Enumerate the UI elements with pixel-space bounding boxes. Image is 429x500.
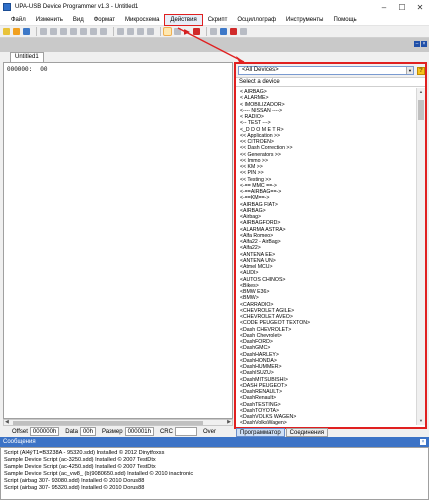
status-row: Offset 000000h Data 00h Размер 000001h C… bbox=[0, 426, 236, 437]
mdi-area: – × bbox=[0, 38, 429, 52]
help-icon[interactable]: ? bbox=[417, 66, 425, 75]
copy-icon[interactable] bbox=[50, 28, 57, 35]
scroll-left-icon[interactable]: ◀ bbox=[5, 420, 9, 425]
menu-format[interactable]: Формат bbox=[89, 15, 120, 25]
over-label: Over bbox=[202, 428, 216, 435]
title-bar: UPA-USB Device Programmer v1.3 - Untitle… bbox=[0, 0, 429, 14]
toolbar-separator bbox=[160, 27, 161, 36]
hex-line: 000000: 00 bbox=[7, 66, 47, 73]
message-line: Sample Device Script (ac_vw8_ (b)9080650… bbox=[4, 470, 194, 477]
scroll-down-icon[interactable]: ▼ bbox=[417, 418, 425, 424]
size-label: Размер bbox=[101, 428, 123, 435]
crc-label: CRC bbox=[159, 428, 173, 435]
scroll-right-icon[interactable]: ▶ bbox=[227, 420, 231, 425]
messages-header: Сообщения × bbox=[0, 437, 429, 447]
device-list[interactable]: < AIRBAG> < ALARME> < IMOBILIZADOR> <---- N… bbox=[236, 88, 416, 425]
menu-oscilloscope[interactable]: Осциллограф bbox=[232, 15, 281, 25]
device-filter-bar: <All Devices> ▼ ? bbox=[236, 64, 425, 78]
run-icon[interactable] bbox=[184, 28, 190, 35]
scroll-up-icon[interactable]: ▲ bbox=[417, 89, 425, 95]
chevron-down-icon[interactable]: ▼ bbox=[406, 67, 413, 74]
toolbar-separator bbox=[36, 27, 37, 36]
messages-list: Script (Al4ýT1=B3238A - 95320.sdd) Insta… bbox=[0, 447, 429, 500]
toolbar-separator bbox=[113, 27, 114, 36]
tools-icon[interactable] bbox=[230, 28, 237, 35]
menu-help[interactable]: Помощь bbox=[328, 15, 361, 25]
offset-label: Offset bbox=[12, 428, 28, 435]
offset-field: 000000h bbox=[29, 427, 60, 436]
hex-value[interactable]: 00 bbox=[40, 66, 47, 73]
size-field: 000001h bbox=[124, 427, 154, 436]
scroll-thumb[interactable] bbox=[13, 421, 203, 425]
cut-icon[interactable] bbox=[40, 28, 47, 35]
open-folder-icon[interactable] bbox=[13, 28, 20, 35]
script-icon[interactable] bbox=[220, 28, 227, 35]
tab-programmer[interactable]: Программатор bbox=[236, 428, 285, 437]
message-line: Script (airbag 307- 93080.sdd) Installed… bbox=[4, 477, 145, 484]
menu-view[interactable]: Вид bbox=[68, 15, 89, 25]
messages-title: Сообщения bbox=[3, 439, 36, 445]
device-list-item[interactable]: <DashVolksWagen> bbox=[240, 420, 416, 425]
menu-script[interactable]: Скрипт bbox=[203, 15, 233, 25]
paste-icon[interactable] bbox=[60, 28, 67, 35]
menu-bar: Файл Изменить Вид Формат Микросхема Дейс… bbox=[0, 13, 429, 26]
message-line: Sample Device Script (ac-3250.sdd) Insta… bbox=[4, 456, 156, 463]
find-icon[interactable] bbox=[90, 28, 97, 35]
device-filter-value: <All Devices> bbox=[242, 67, 279, 73]
horizontal-scrollbar[interactable]: ◀ ▶ bbox=[3, 419, 233, 426]
device-list-header: Select a device bbox=[236, 78, 425, 87]
data-label: Data bbox=[65, 428, 78, 435]
verify-chip-icon[interactable] bbox=[137, 28, 144, 35]
erase-chip-icon[interactable] bbox=[147, 28, 154, 35]
crc-field bbox=[174, 427, 197, 436]
mdi-minimize-button[interactable]: – bbox=[414, 41, 420, 47]
connect-icon[interactable] bbox=[174, 28, 181, 35]
menu-actions[interactable]: Действия bbox=[164, 13, 203, 26]
read-chip-icon[interactable] bbox=[117, 28, 124, 35]
panel-tabs: Программатор Соединения bbox=[236, 428, 329, 437]
replace-icon[interactable] bbox=[100, 28, 107, 35]
messages-close-icon[interactable]: × bbox=[420, 439, 426, 445]
app-icon bbox=[3, 3, 11, 11]
message-line: Sample Device Script (ac-4250.sdd) Insta… bbox=[4, 463, 156, 470]
dropdown-icon[interactable] bbox=[240, 28, 247, 35]
undo-icon[interactable] bbox=[70, 28, 77, 35]
menu-chip[interactable]: Микросхема bbox=[120, 15, 164, 25]
hex-editor[interactable]: 000000: 00 bbox=[3, 62, 233, 419]
vertical-scrollbar[interactable]: ▲ ▼ bbox=[416, 88, 425, 425]
menu-edit[interactable]: Изменить bbox=[31, 15, 68, 25]
maximize-button[interactable]: ☐ bbox=[393, 0, 411, 14]
minimize-button[interactable]: – bbox=[375, 0, 393, 14]
settings-icon[interactable] bbox=[210, 28, 217, 35]
device-panel: <All Devices> ▼ ? Select a device < AIRB… bbox=[234, 62, 427, 429]
tab-connections[interactable]: Соединения bbox=[285, 428, 328, 437]
menu-file[interactable]: Файл bbox=[6, 15, 31, 25]
toolbar-separator bbox=[206, 27, 207, 36]
scroll-thumb[interactable] bbox=[418, 100, 424, 120]
save-icon[interactable] bbox=[23, 28, 30, 35]
new-file-icon[interactable] bbox=[3, 28, 10, 35]
stop-icon[interactable] bbox=[193, 28, 200, 35]
device-filter-combo[interactable]: <All Devices> ▼ bbox=[238, 66, 414, 75]
device-panel-toggle-icon[interactable] bbox=[163, 27, 172, 36]
hex-address: 000000: bbox=[7, 66, 33, 73]
message-line: Script (airbag 307- 95320.sdd) Installed… bbox=[4, 484, 145, 491]
window-title: UPA-USB Device Programmer v1.3 - Untitle… bbox=[15, 4, 139, 10]
message-line: Script (Al4ýT1=B3238A - 95320.sdd) Insta… bbox=[4, 450, 165, 456]
document-tab[interactable]: Untitled1 bbox=[10, 52, 44, 62]
redo-icon[interactable] bbox=[80, 28, 87, 35]
mdi-close-button[interactable]: × bbox=[421, 41, 427, 47]
toolbar bbox=[0, 26, 429, 38]
close-button[interactable]: ✕ bbox=[411, 0, 429, 14]
data-field: 00h bbox=[79, 427, 96, 436]
write-chip-icon[interactable] bbox=[127, 28, 134, 35]
mdi-controls: – × bbox=[413, 41, 427, 47]
window-controls: – ☐ ✕ bbox=[375, 0, 429, 14]
menu-tools[interactable]: Инструменты bbox=[281, 15, 328, 25]
